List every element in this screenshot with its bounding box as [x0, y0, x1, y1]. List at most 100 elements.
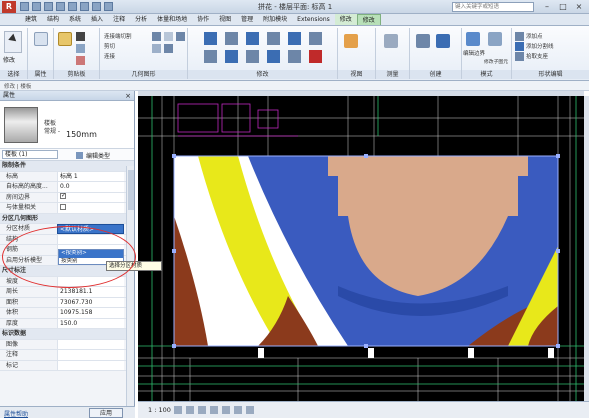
tab-7[interactable]: 协作: [192, 14, 214, 25]
property-group[interactable]: 标识数据: [0, 329, 134, 340]
detail-level-icon[interactable]: [174, 406, 182, 414]
property-value[interactable]: 10975.158: [57, 308, 124, 318]
split-face-icon[interactable]: [164, 32, 173, 41]
property-checkbox[interactable]: [60, 192, 66, 199]
scrollbar-thumb[interactable]: [128, 170, 134, 210]
add-split-line-button[interactable]: 添加分割线: [526, 42, 554, 50]
property-checkbox[interactable]: [60, 204, 66, 210]
crop-view-icon[interactable]: [222, 406, 230, 414]
tab-1[interactable]: 结构: [42, 14, 64, 25]
remove-paint-icon[interactable]: [164, 44, 173, 53]
mirror-draw-icon[interactable]: [267, 32, 280, 45]
tab-12[interactable]: 修改: [334, 14, 357, 25]
properties-help-link[interactable]: 属性帮助: [4, 409, 28, 418]
cope-button[interactable]: 连接端切割: [104, 32, 132, 40]
copy-element-icon[interactable]: [225, 50, 238, 63]
properties-icon[interactable]: [34, 32, 48, 46]
property-value[interactable]: [57, 339, 124, 349]
edit-boundary-icon[interactable]: [466, 32, 480, 46]
add-point-button[interactable]: 添加点: [526, 32, 543, 40]
tab-0[interactable]: 建筑: [20, 14, 42, 25]
text-icon[interactable]: [92, 2, 101, 11]
ruler-icon[interactable]: [384, 34, 398, 48]
close-icon[interactable]: ×: [125, 91, 131, 101]
minimize-button[interactable]: –: [540, 1, 554, 12]
select-panel-label[interactable]: 选择: [0, 70, 27, 79]
paint-icon[interactable]: [176, 32, 185, 41]
properties-scrollbar[interactable]: [126, 166, 134, 406]
close-button[interactable]: ×: [572, 1, 586, 12]
property-value[interactable]: [57, 192, 124, 202]
tab-8[interactable]: 视图: [214, 14, 236, 25]
print-icon[interactable]: [68, 2, 77, 11]
property-value[interactable]: 0.0: [57, 182, 124, 192]
copy-icon[interactable]: [76, 44, 85, 53]
instance-filter-select[interactable]: 楼板 (1): [2, 150, 58, 159]
open-icon[interactable]: [20, 2, 29, 11]
property-value[interactable]: 150.0: [57, 318, 124, 328]
maximize-button[interactable]: □: [556, 1, 570, 12]
cut-geometry-button[interactable]: 剪切: [104, 42, 115, 50]
property-value[interactable]: 2138181.1: [57, 287, 124, 297]
split-icon[interactable]: [288, 32, 301, 45]
rotate-icon[interactable]: [246, 50, 259, 63]
visual-style-icon[interactable]: [186, 406, 194, 414]
modify-sub-elements-icon[interactable]: [488, 32, 502, 46]
undo-icon[interactable]: [44, 2, 53, 11]
tab-13[interactable]: 修改: [356, 14, 381, 25]
tab-10[interactable]: 附加模块: [258, 14, 292, 25]
paste-icon[interactable]: [58, 32, 72, 46]
canvas-scrollbar[interactable]: [584, 96, 589, 401]
redo-icon[interactable]: [56, 2, 65, 11]
align-icon[interactable]: [204, 32, 217, 45]
edit-type-button[interactable]: 编辑类型: [76, 151, 110, 160]
pin-icon[interactable]: [309, 32, 322, 45]
join-button[interactable]: 连接: [104, 52, 115, 60]
tab-6[interactable]: 体量和场地: [152, 14, 192, 25]
move-icon[interactable]: [204, 50, 217, 63]
wall-joins-icon[interactable]: [152, 32, 161, 41]
shadows-icon[interactable]: [210, 406, 218, 414]
measure-icon[interactable]: [80, 2, 89, 11]
tab-5[interactable]: 分析: [130, 14, 152, 25]
delete-icon[interactable]: [309, 50, 322, 63]
offset-icon[interactable]: [225, 32, 238, 45]
trim-icon[interactable]: [267, 50, 280, 63]
reveal-hidden-icon[interactable]: [246, 406, 254, 414]
ribbon: 修改 选择 属性 剪贴板 连接端切割 剪切 连接 几何图形 修改 视图 测量 创…: [0, 26, 589, 81]
property-value[interactable]: 73067.730: [57, 297, 124, 307]
demolish-icon[interactable]: [152, 44, 161, 53]
apply-button[interactable]: 应用: [89, 408, 123, 418]
property-group[interactable]: 分区几何图形: [0, 213, 134, 224]
drawing-canvas[interactable]: [138, 96, 584, 401]
tab-4[interactable]: 注释: [108, 14, 130, 25]
mirror-axis-icon[interactable]: [246, 32, 259, 45]
type-selector[interactable]: 楼板 常规 - 150mm: [0, 101, 134, 149]
cut-icon[interactable]: [76, 32, 85, 41]
create-group-icon[interactable]: [436, 34, 450, 48]
pick-supports-button[interactable]: 拾取支座: [526, 52, 548, 60]
modify-tool-button[interactable]: [4, 31, 22, 53]
property-value[interactable]: [57, 360, 124, 370]
add-split-line-icon: [515, 42, 524, 51]
property-group[interactable]: 限制条件: [0, 161, 134, 172]
property-value[interactable]: 标高 1: [57, 171, 124, 181]
match-type-icon[interactable]: [76, 56, 85, 65]
view-scale[interactable]: 1 : 100: [148, 406, 171, 414]
property-value[interactable]: [57, 350, 124, 360]
tab-2[interactable]: 系统: [64, 14, 86, 25]
tab-11[interactable]: Extensions: [292, 14, 335, 25]
application-menu-button[interactable]: R: [2, 1, 16, 13]
create-parts-icon[interactable]: [416, 34, 430, 48]
save-icon[interactable]: [32, 2, 41, 11]
array-icon[interactable]: [288, 50, 301, 63]
temporary-hide-icon[interactable]: [234, 406, 242, 414]
3d-view-icon[interactable]: [104, 2, 113, 11]
tab-3[interactable]: 插入: [86, 14, 108, 25]
property-row: 自标高的高度... 0.0: [0, 182, 134, 193]
tab-9[interactable]: 管理: [236, 14, 258, 25]
sun-path-icon[interactable]: [198, 406, 206, 414]
property-value[interactable]: [57, 203, 124, 213]
hide-view-icon[interactable]: [344, 34, 358, 48]
search-input[interactable]: 键入关键字或短语: [452, 2, 534, 12]
